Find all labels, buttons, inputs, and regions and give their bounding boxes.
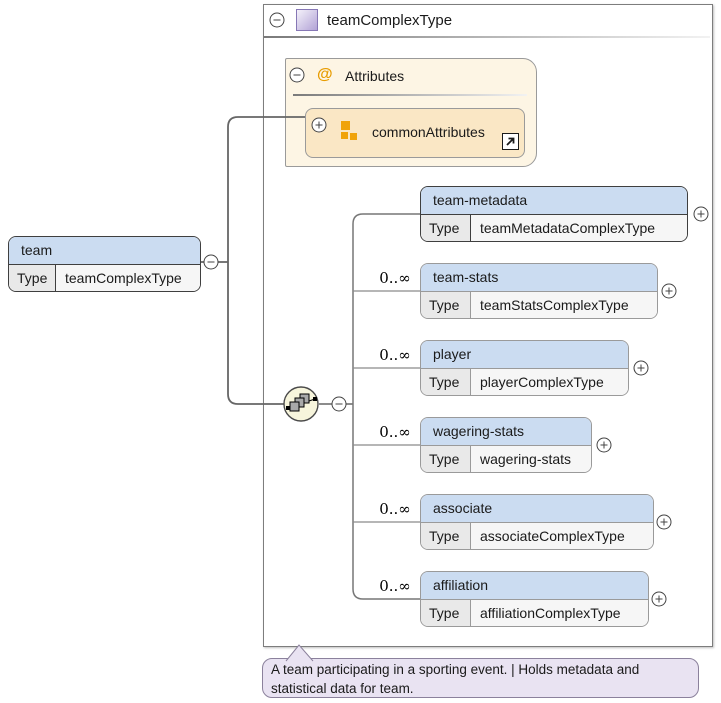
- collapse-toggle[interactable]: [269, 12, 285, 28]
- plus-icon: [633, 360, 649, 376]
- type-value: teamComplexType: [56, 265, 200, 291]
- complex-type-title: teamComplexType: [327, 12, 452, 30]
- plus-icon: [311, 117, 327, 133]
- element-box-associate[interactable]: associate Type associateComplexType: [420, 494, 654, 550]
- type-label: Type: [421, 369, 471, 395]
- cardinality-label: 0..∞: [376, 346, 414, 364]
- attributes-collapse-toggle[interactable]: [289, 67, 305, 83]
- attributes-icon: @: [317, 66, 333, 84]
- cardinality-label: 0..∞: [376, 423, 414, 441]
- annotation-line: statistical data for team.: [271, 679, 690, 698]
- expand-toggle[interactable]: [693, 206, 709, 222]
- plus-icon: [661, 283, 677, 299]
- element-name: player: [421, 341, 628, 369]
- type-row: Type teamStatsComplexType: [421, 292, 657, 318]
- cardinality-label: 0..∞: [376, 577, 414, 595]
- minus-icon: [289, 67, 305, 83]
- element-box-affiliation[interactable]: affiliation Type affiliationComplexType: [420, 571, 649, 627]
- type-label: Type: [421, 600, 471, 626]
- element-box-team-metadata[interactable]: team-metadata Type teamMetadataComplexTy…: [420, 186, 688, 242]
- expand-toggle[interactable]: [651, 591, 667, 607]
- element-box-team-stats[interactable]: team-stats Type teamStatsComplexType: [420, 263, 658, 319]
- element-name: team-stats: [421, 264, 657, 292]
- expand-toggle[interactable]: [661, 283, 677, 299]
- attribute-group-icon: [340, 121, 359, 140]
- minus-icon: [331, 396, 347, 412]
- type-row: Type playerComplexType: [421, 369, 628, 395]
- element-name: team-metadata: [421, 187, 687, 215]
- attribute-group-name: commonAttributes: [372, 124, 485, 140]
- plus-icon: [693, 206, 709, 222]
- schema-diagram: teamComplexType @ Attributes commonAttri…: [0, 0, 721, 703]
- sequence-collapse-toggle[interactable]: [331, 396, 347, 412]
- cardinality-label: 0..∞: [376, 269, 414, 287]
- type-row: Type teamComplexType: [9, 265, 200, 291]
- type-row: Type affiliationComplexType: [421, 600, 648, 626]
- element-box-player[interactable]: player Type playerComplexType: [420, 340, 629, 396]
- element-box-team[interactable]: team Type teamComplexType: [8, 236, 201, 292]
- type-value: associateComplexType: [471, 523, 653, 549]
- attributes-separator: [293, 94, 527, 96]
- type-row: Type teamMetadataComplexType: [421, 215, 687, 241]
- minus-icon: [203, 254, 219, 270]
- annotation-line: A team participating in a sporting event…: [271, 660, 690, 679]
- element-name: affiliation: [421, 572, 648, 600]
- type-row: Type associateComplexType: [421, 523, 653, 549]
- type-value: affiliationComplexType: [471, 600, 648, 626]
- plus-icon: [596, 437, 612, 453]
- type-value: wagering-stats: [471, 446, 591, 472]
- type-label: Type: [421, 292, 471, 318]
- attributes-group-label: Attributes: [345, 68, 404, 84]
- type-value: teamMetadataComplexType: [471, 215, 687, 241]
- expand-toggle[interactable]: [311, 117, 327, 133]
- reference-arrow-icon: [502, 133, 519, 150]
- plus-icon: [656, 514, 672, 530]
- type-label: Type: [421, 523, 471, 549]
- type-label: Type: [421, 215, 471, 241]
- minus-icon: [269, 12, 285, 28]
- complex-type-icon: [296, 9, 318, 31]
- type-label: Type: [9, 265, 56, 291]
- plus-icon: [651, 591, 667, 607]
- expand-toggle[interactable]: [633, 360, 649, 376]
- element-box-wagering-stats[interactable]: wagering-stats Type wagering-stats: [420, 417, 592, 473]
- annotation-tooltip: A team participating in a sporting event…: [262, 658, 699, 698]
- element-name: team: [9, 237, 200, 265]
- expand-toggle[interactable]: [656, 514, 672, 530]
- type-row: Type wagering-stats: [421, 446, 591, 472]
- element-name: wagering-stats: [421, 418, 591, 446]
- expand-toggle[interactable]: [596, 437, 612, 453]
- type-value: teamStatsComplexType: [471, 292, 657, 318]
- cardinality-label: 0..∞: [376, 500, 414, 518]
- header-separator: [264, 36, 710, 38]
- element-name: associate: [421, 495, 653, 523]
- type-value: playerComplexType: [471, 369, 628, 395]
- sequence-icon[interactable]: [283, 386, 321, 424]
- collapse-toggle[interactable]: [203, 254, 219, 270]
- type-label: Type: [421, 446, 471, 472]
